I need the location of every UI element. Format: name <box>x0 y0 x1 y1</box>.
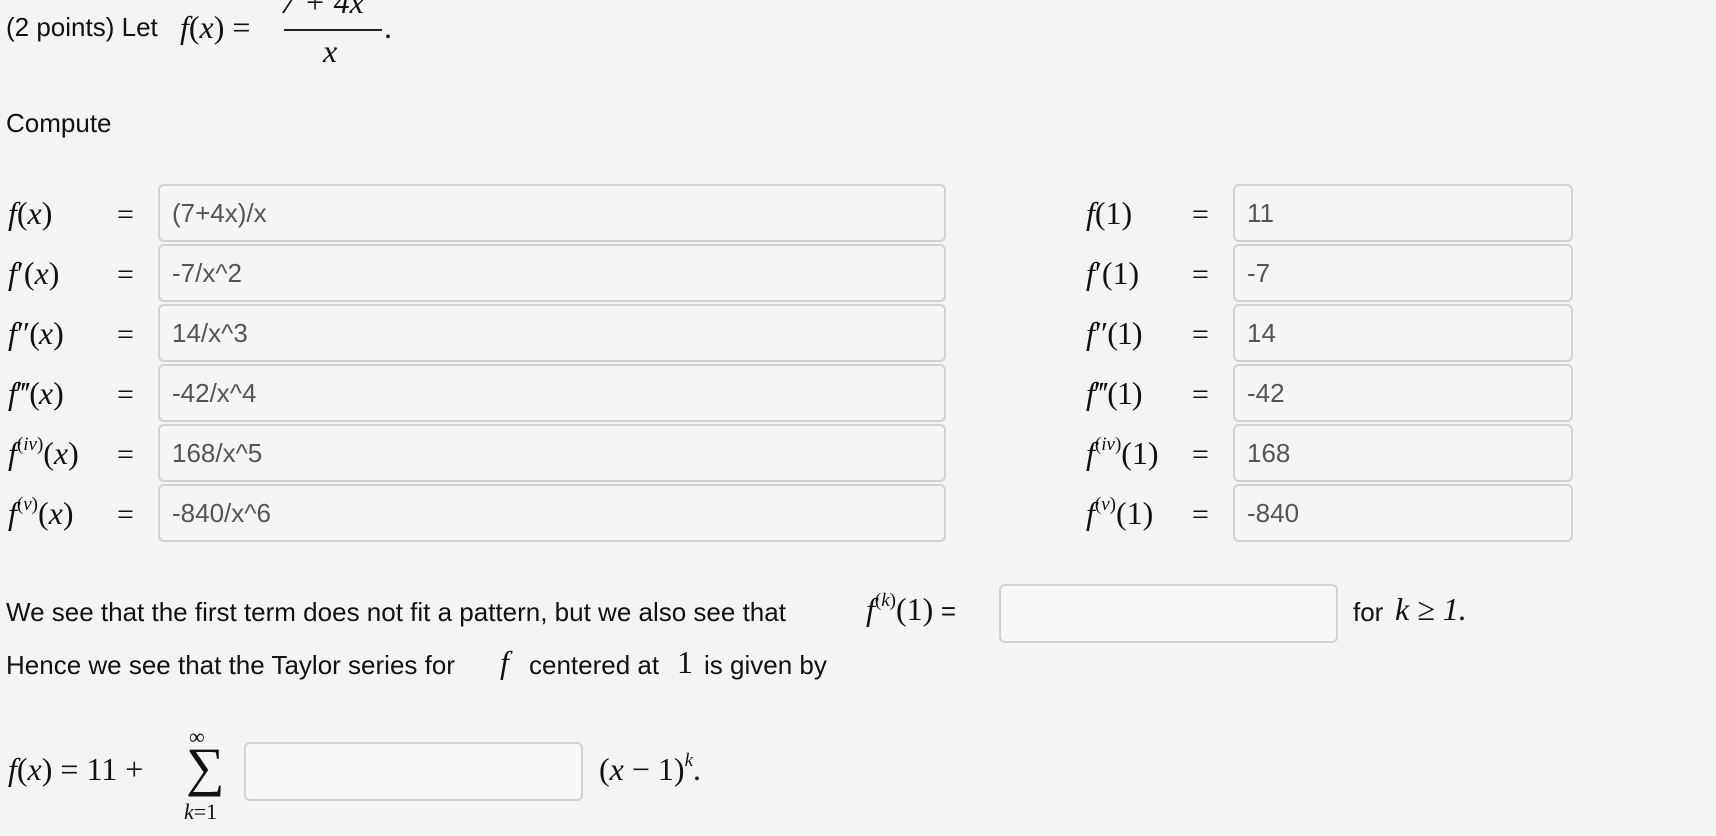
fraction-bar <box>284 29 382 31</box>
equals-sign: = <box>1192 318 1209 351</box>
answer-field-f5-1[interactable]: -840 <box>1233 484 1573 542</box>
answer-field-f3-1[interactable]: -42 <box>1233 364 1573 422</box>
equals-sign: = <box>117 258 134 291</box>
equals-sign: = <box>1192 198 1209 231</box>
answer-field-f1[interactable]: 11 <box>1233 184 1573 242</box>
equals-sign: = <box>1192 258 1209 291</box>
equals-sign: = <box>117 378 134 411</box>
series-rhs: (x − 1)k. <box>599 750 701 787</box>
answer-field-f5x[interactable]: -840/x^6 <box>158 484 946 542</box>
answer-field-f1-1[interactable]: -7 <box>1233 244 1573 302</box>
pattern-text: We see that the first term does not fit … <box>6 597 786 627</box>
equals-sign: = <box>117 438 134 471</box>
sigma-lower: k=1 <box>184 799 218 824</box>
header-fx: f(x) = <box>180 9 251 45</box>
label-f-1: f(1) <box>1086 195 1133 231</box>
label-f-x: f(x) <box>8 195 53 231</box>
answer-field-fx[interactable]: (7+4x)/x <box>158 184 946 242</box>
series-lhs: f(x) = 11 + <box>8 751 144 787</box>
label-f3-1: f‴(1) <box>1086 375 1143 411</box>
label-f5-1: f(v)(1) <box>1086 494 1154 531</box>
answer-field-f2-1[interactable]: 14 <box>1233 304 1573 362</box>
sigma-icon: ∑ <box>186 737 225 797</box>
label-f1-x: f′(x) <box>8 255 60 291</box>
fraction-numerator: 7 + 4x <box>280 0 364 20</box>
taylor-text-1: Hence we see that the Taylor series for <box>6 650 455 680</box>
answer-field-f4-1[interactable]: 168 <box>1233 424 1573 482</box>
k-condition: k ≥ 1. <box>1395 591 1467 627</box>
points-label: (2 points) Let <box>6 12 158 42</box>
label-f5-x: f(v)(x) <box>8 494 74 531</box>
compute-label: Compute <box>6 108 112 138</box>
label-f2-1: f″(1) <box>1086 315 1143 351</box>
label-f2-x: f″(x) <box>8 315 64 351</box>
series-term-input[interactable] <box>244 742 583 801</box>
label-f4-1: f(iv)(1) <box>1086 434 1159 471</box>
taylor-f: f <box>500 644 509 680</box>
equals-sign: = <box>117 318 134 351</box>
for-label: for <box>1353 597 1384 627</box>
taylor-text-2: centered at <box>529 650 660 680</box>
header-period: . <box>384 9 392 45</box>
equals-sign: = <box>1192 498 1209 531</box>
answer-field-f4x[interactable]: 168/x^5 <box>158 424 946 482</box>
answer-field-f2x[interactable]: 14/x^3 <box>158 304 946 362</box>
pattern-answer-input[interactable] <box>999 584 1338 643</box>
taylor-one: 1 <box>677 644 693 680</box>
equals-sign: = <box>117 198 134 231</box>
equals-sign: = <box>1192 378 1209 411</box>
fraction-denominator: x <box>323 33 338 69</box>
label-f4-x: f(iv)(x) <box>8 434 79 471</box>
taylor-text-3: is given by <box>704 650 827 680</box>
label-f1-1: f′(1) <box>1086 255 1140 291</box>
equals-sign: = <box>117 498 134 531</box>
answer-field-f1x[interactable]: -7/x^2 <box>158 244 946 302</box>
fk-label: f(k)(1) = <box>866 590 956 627</box>
answer-field-f3x[interactable]: -42/x^4 <box>158 364 946 422</box>
label-f3-x: f‴(x) <box>8 375 64 411</box>
equals-sign: = <box>1192 438 1209 471</box>
